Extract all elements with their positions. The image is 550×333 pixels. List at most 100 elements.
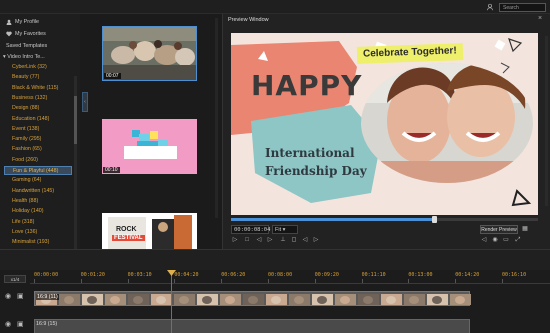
ruler-time-label: 00:04:20	[174, 272, 199, 278]
category-item[interactable]: Black & White (115)	[4, 84, 72, 93]
play-icon[interactable]: ▷	[231, 236, 239, 244]
search-input[interactable]: Search	[499, 3, 546, 12]
film-frame-subject	[248, 296, 258, 304]
template-preview-image	[102, 119, 197, 174]
fit-label: Fit	[275, 227, 282, 233]
mark-in-icon[interactable]: ⊥	[279, 236, 287, 244]
film-frame-subject	[156, 296, 166, 304]
film-frame-subject	[110, 296, 120, 304]
template-thumbnail[interactable]: 00:10	[102, 119, 197, 174]
video-intro-folder[interactable]: ▾ Video Intro Te...	[3, 54, 45, 60]
lock-icon[interactable]: ▣	[17, 320, 24, 328]
time-ruler[interactable]: 00:00:00 00:01:20 00:03:10 00:04:20 00:06:20…	[30, 272, 550, 284]
category-item[interactable]: Love (136)	[4, 228, 72, 237]
category-item[interactable]: Beauty (77)	[4, 73, 72, 82]
saved-templates-link[interactable]: Saved Templates	[6, 43, 47, 49]
category-scrollbar[interactable]	[74, 76, 77, 256]
video-track-clip[interactable]	[34, 291, 471, 306]
lock-icon[interactable]: ▣	[17, 292, 24, 300]
film-frame-subject	[133, 296, 143, 304]
playback-progress-bar[interactable]	[231, 216, 538, 223]
ruler-tick	[502, 279, 503, 283]
film-frame-subject	[179, 296, 189, 304]
template-thumbnail[interactable]: 00:07	[102, 26, 197, 81]
zoom-dropdown[interactable]: x1/4	[4, 275, 26, 283]
render-preview-button[interactable]: Render Preview	[480, 225, 518, 234]
category-item[interactable]: Design (88)	[4, 104, 72, 113]
film-frame-subject	[455, 296, 465, 304]
heart-icon	[6, 31, 12, 37]
fit-dropdown[interactable]: Fit ▾	[272, 225, 298, 234]
ruler-time-label: 00:08:00	[268, 272, 293, 278]
my-profile-link[interactable]: My Profile	[15, 19, 39, 25]
ruler-time-label: 00:11:10	[361, 272, 386, 278]
ruler-tick	[80, 279, 82, 283]
timeline-playhead[interactable]	[171, 270, 172, 333]
template-category-panel: My Profile My Favorites Saved Templates …	[0, 14, 80, 256]
ruler-tick	[221, 279, 223, 283]
mark-out-icon[interactable]: ◻	[290, 236, 298, 244]
clip-filmstrip	[36, 294, 471, 305]
template-library: ‹ 00:07 00:10 ROCK FESTIVAL	[80, 14, 222, 249]
ruler-tick	[361, 279, 363, 283]
snapshot-icon[interactable]: ◉	[491, 236, 499, 244]
fullscreen-icon[interactable]: ⤢	[514, 236, 522, 244]
category-item[interactable]: Event (138)	[4, 125, 72, 134]
film-frame-subject	[87, 296, 97, 304]
video-intro-label: Video Intro Te...	[7, 54, 45, 60]
category-item[interactable]: Business (132)	[4, 94, 72, 103]
category-item[interactable]: Health (88)	[4, 197, 72, 206]
film-frame-subject	[64, 296, 74, 304]
category-item[interactable]: Education (148)	[4, 115, 72, 124]
video-track-clip[interactable]	[34, 319, 470, 333]
ruler-tick	[174, 279, 176, 283]
profile-icon[interactable]	[486, 3, 494, 11]
eye-icon[interactable]: ◉	[5, 320, 11, 328]
timeline-panel: x1/4 00:00:00 00:01:20 00:03:10 00:04:20 00:…	[0, 249, 550, 333]
duration-badge: 00:07	[104, 73, 121, 79]
category-item[interactable]: Gaming (64)	[4, 176, 72, 185]
category-item[interactable]: Fun & Playful (448)	[4, 166, 72, 175]
category-item[interactable]: Fashion (65)	[4, 145, 72, 154]
category-item[interactable]: Holiday (140)	[4, 207, 72, 216]
film-frame-subject	[225, 296, 235, 304]
clip-end-icon[interactable]: ◁	[301, 236, 309, 244]
ruler-time-label: 00:09:20	[314, 272, 339, 278]
settings-icon[interactable]: ▦	[521, 225, 529, 233]
eye-icon[interactable]: ◉	[5, 292, 11, 300]
ruler-time-label: 00:00:00	[34, 272, 59, 278]
close-icon[interactable]: ×	[536, 15, 544, 23]
category-scroll-thumb[interactable]	[74, 96, 77, 144]
clip-start-icon[interactable]: ▷	[312, 236, 320, 244]
preview-window: Preview Window × HAPPY Celebrate Togethe…	[222, 14, 550, 249]
playhead-knob[interactable]	[431, 216, 437, 223]
canvas-artwork	[231, 33, 538, 215]
ruler-tick	[314, 279, 316, 283]
film-frame-subject	[202, 296, 212, 304]
category-item[interactable]: Handwritten (145)	[4, 187, 72, 196]
previous-frame-icon[interactable]: ◁	[255, 236, 263, 244]
collapse-panel-button[interactable]: ‹	[82, 92, 88, 112]
category-item[interactable]: Life (318)	[4, 218, 72, 227]
film-frame-subject	[317, 296, 327, 304]
timecode-field[interactable]: 00:00:08:04	[231, 225, 270, 234]
category-item[interactable]: Food (260)	[4, 156, 72, 165]
template-thumbnail[interactable]: ROCK FESTIVAL	[102, 213, 197, 249]
volume-icon[interactable]: ◁	[480, 236, 488, 244]
preview-canvas: HAPPY Celebrate Together! International …	[231, 33, 538, 215]
category-item[interactable]: Family (295)	[4, 135, 72, 144]
my-favorites-link[interactable]: My Favorites	[15, 31, 46, 37]
progress-fill	[231, 218, 434, 221]
template-scrollbar[interactable]	[215, 18, 218, 218]
category-item[interactable]: CyberLink (32)	[4, 63, 72, 72]
preview-scrollbar[interactable]	[545, 36, 548, 206]
next-frame-icon[interactable]: ▷	[266, 236, 274, 244]
film-frame-subject	[271, 296, 281, 304]
display-icon[interactable]: ▭	[502, 236, 510, 244]
ruler-time-label: 00:06:20	[221, 272, 246, 278]
stop-icon[interactable]: □	[243, 236, 251, 244]
ruler-tick	[408, 279, 410, 283]
duration-badge: 00:10	[103, 167, 120, 173]
category-item[interactable]: Minimalist (193)	[4, 238, 72, 247]
top-bar: Search	[0, 0, 550, 14]
